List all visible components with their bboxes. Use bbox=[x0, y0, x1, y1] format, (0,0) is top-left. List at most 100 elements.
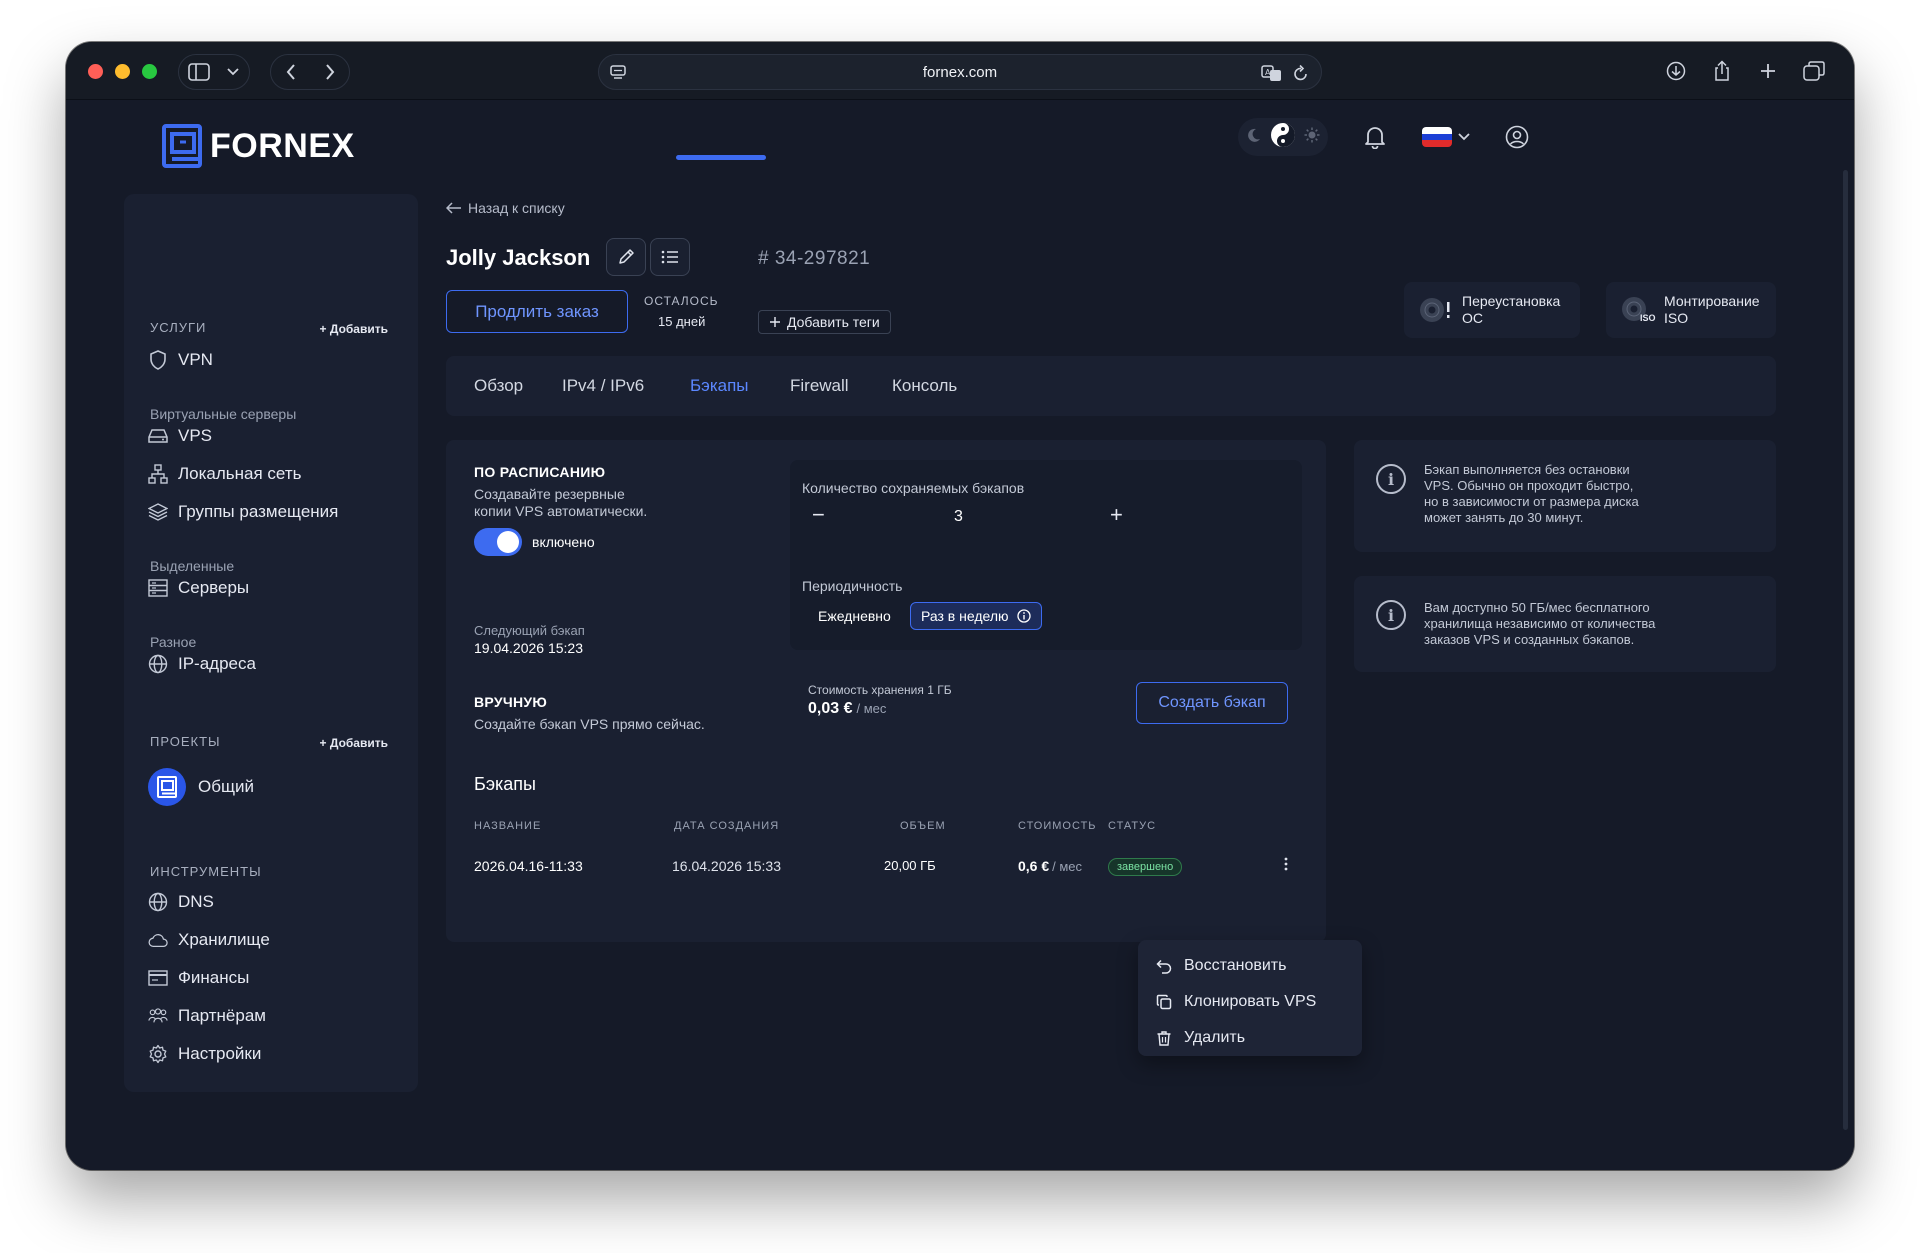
sidebar-item-label: Группы размещения bbox=[178, 502, 339, 521]
schedule-toggle[interactable] bbox=[474, 528, 522, 556]
backups-panel: ПО РАСПИСАНИЮ Создавайте резервные копии… bbox=[446, 440, 1326, 942]
sidebar-item-label: Локальная сеть bbox=[178, 464, 302, 483]
logo-text: FORNEX bbox=[210, 126, 355, 165]
add-project-button[interactable]: + Добавить bbox=[320, 736, 388, 750]
bell-icon[interactable] bbox=[1358, 120, 1392, 154]
globe-icon bbox=[148, 654, 168, 674]
info-icon: i bbox=[1376, 464, 1406, 494]
menu-item-restore[interactable]: Восстановить bbox=[1138, 948, 1362, 984]
tab-backups[interactable]: Бэкапы bbox=[690, 376, 749, 396]
decrement-button[interactable]: − bbox=[812, 502, 825, 528]
address-bar[interactable]: fornex.com A bbox=[598, 54, 1322, 90]
browser-toolbar: fornex.com A bbox=[66, 42, 1854, 100]
plus-icon bbox=[770, 317, 780, 327]
sidebar-item-finance[interactable]: Финансы bbox=[148, 968, 249, 988]
browser-window: fornex.com A FORNEX УСЛУГИ + Добавить VP… bbox=[66, 42, 1854, 1170]
schedule-settings-box: Количество сохраняемых бэкапов − 3 + Пер… bbox=[790, 460, 1302, 650]
globe-icon bbox=[148, 892, 168, 912]
schedule-description-line: Создавайте резервные bbox=[474, 486, 625, 502]
moon-icon[interactable] bbox=[1246, 127, 1262, 148]
tab-firewall[interactable]: Firewall bbox=[790, 376, 849, 396]
menu-item-clone-vps[interactable]: Клонировать VPS bbox=[1138, 984, 1362, 1020]
sidebar-item-vpn[interactable]: VPN bbox=[148, 350, 213, 370]
sun-icon[interactable] bbox=[1304, 127, 1320, 148]
pencil-icon bbox=[619, 249, 634, 264]
maximize-window-button[interactable] bbox=[142, 64, 157, 79]
sidebar-item-local-network[interactable]: Локальная сеть bbox=[148, 464, 301, 484]
row-actions-button[interactable] bbox=[1284, 856, 1288, 877]
user-account-icon[interactable] bbox=[1500, 120, 1534, 154]
info-line: Бэкап выполняется без остановки bbox=[1424, 462, 1630, 477]
sidebar-icon[interactable] bbox=[179, 55, 219, 89]
column-cost: СТОИМОСТЬ bbox=[1018, 820, 1097, 832]
theme-switcher[interactable] bbox=[1238, 118, 1328, 156]
menu-item-delete[interactable]: Удалить bbox=[1138, 1020, 1362, 1056]
back-to-list-link[interactable]: Назад к списку bbox=[446, 200, 565, 216]
auto-theme-icon[interactable] bbox=[1270, 122, 1296, 153]
tab-overview-icon[interactable] bbox=[1794, 54, 1834, 88]
sidebar-item-label: VPN bbox=[178, 350, 213, 369]
sidebar-item-vps[interactable]: VPS bbox=[148, 426, 212, 446]
tab-console[interactable]: Консоль bbox=[892, 376, 957, 396]
project-name: Общий bbox=[198, 777, 254, 796]
downloads-icon[interactable] bbox=[1656, 54, 1696, 88]
network-icon bbox=[148, 464, 168, 484]
sidebar-item-label: Финансы bbox=[178, 968, 250, 987]
sidebar-item-project-general[interactable]: Общий bbox=[148, 768, 254, 806]
sidebar-item-servers[interactable]: Серверы bbox=[148, 578, 249, 598]
info-card-backup-duration: i Бэкап выполняется без остановки VPS. О… bbox=[1354, 440, 1776, 552]
add-service-button[interactable]: + Добавить bbox=[320, 322, 388, 336]
reinstall-os-button[interactable]: Переустановка ОС bbox=[1404, 282, 1580, 338]
server-title: Jolly Jackson bbox=[446, 245, 591, 270]
new-tab-icon[interactable] bbox=[1748, 54, 1788, 88]
mount-iso-line2: ISO bbox=[1664, 310, 1689, 326]
history-nav-group bbox=[270, 54, 350, 90]
sidebar-item-placement-groups[interactable]: Группы размещения bbox=[148, 502, 338, 522]
close-window-button[interactable] bbox=[88, 64, 103, 79]
sidebar-item-dns[interactable]: DNS bbox=[148, 892, 214, 912]
mount-iso-button[interactable]: ISO Монтирование ISO bbox=[1606, 282, 1776, 338]
period-weekly-option[interactable]: Раз в неделю bbox=[910, 602, 1042, 630]
fornex-logo[interactable]: FORNEX bbox=[162, 124, 355, 168]
info-line: но в зависимости от размера диска bbox=[1424, 494, 1639, 509]
info-card-text: Бэкап выполняется без остановки VPS. Обы… bbox=[1424, 462, 1756, 526]
edit-name-button[interactable] bbox=[606, 238, 646, 276]
translate-icon[interactable]: A bbox=[1261, 64, 1283, 87]
tab-overview[interactable]: Обзор bbox=[474, 376, 523, 396]
extend-order-button[interactable]: Продлить заказ bbox=[446, 290, 628, 333]
trash-icon bbox=[1157, 1031, 1171, 1046]
details-list-button[interactable] bbox=[650, 238, 690, 276]
back-arrow-icon[interactable] bbox=[271, 55, 310, 89]
column-created: ДАТА СОЗДАНИЯ bbox=[674, 820, 780, 832]
reload-icon[interactable] bbox=[1293, 64, 1309, 87]
create-backup-button[interactable]: Создать бэкап bbox=[1136, 682, 1288, 724]
increment-button[interactable]: + bbox=[1110, 502, 1123, 528]
page-scrollbar[interactable] bbox=[1843, 170, 1848, 1130]
disc-icon bbox=[1420, 298, 1450, 322]
shield-icon bbox=[148, 350, 168, 370]
backup-name: 2026.04.16-11:33 bbox=[474, 858, 583, 874]
minimize-window-button[interactable] bbox=[115, 64, 130, 79]
services-section-title: УСЛУГИ bbox=[150, 320, 207, 335]
projects-section-title: ПРОЕКТЫ bbox=[150, 734, 221, 749]
tab-ipv4-ipv6[interactable]: IPv4 / IPv6 bbox=[562, 376, 644, 396]
topbar-actions bbox=[1238, 118, 1534, 156]
sidebar-item-partners[interactable]: Партнёрам bbox=[148, 1006, 266, 1026]
sidebar-item-ip-addresses[interactable]: IP-адреса bbox=[148, 654, 256, 674]
add-tags-button[interactable]: Добавить теги bbox=[758, 310, 891, 334]
backup-size: 20,00 ГБ bbox=[884, 858, 936, 873]
iso-badge: ISO bbox=[1640, 313, 1656, 323]
misc-subtitle: Разное bbox=[150, 634, 197, 650]
period-daily-option[interactable]: Ежедневно bbox=[808, 602, 901, 630]
chevron-down-icon[interactable] bbox=[219, 55, 247, 89]
keep-count-value[interactable]: 3 bbox=[954, 508, 963, 525]
info-line: хранилища независимо от количества bbox=[1424, 616, 1656, 631]
share-icon[interactable] bbox=[1702, 54, 1742, 88]
sidebar-item-storage[interactable]: Хранилище bbox=[148, 930, 270, 950]
server-icon bbox=[148, 578, 168, 598]
sidebar-item-settings[interactable]: Настройки bbox=[148, 1044, 261, 1064]
language-selector[interactable] bbox=[1422, 127, 1470, 147]
chevron-down-icon bbox=[1458, 133, 1470, 141]
info-line: может занять до 30 минут. bbox=[1424, 510, 1584, 525]
forward-arrow-icon[interactable] bbox=[310, 55, 349, 89]
